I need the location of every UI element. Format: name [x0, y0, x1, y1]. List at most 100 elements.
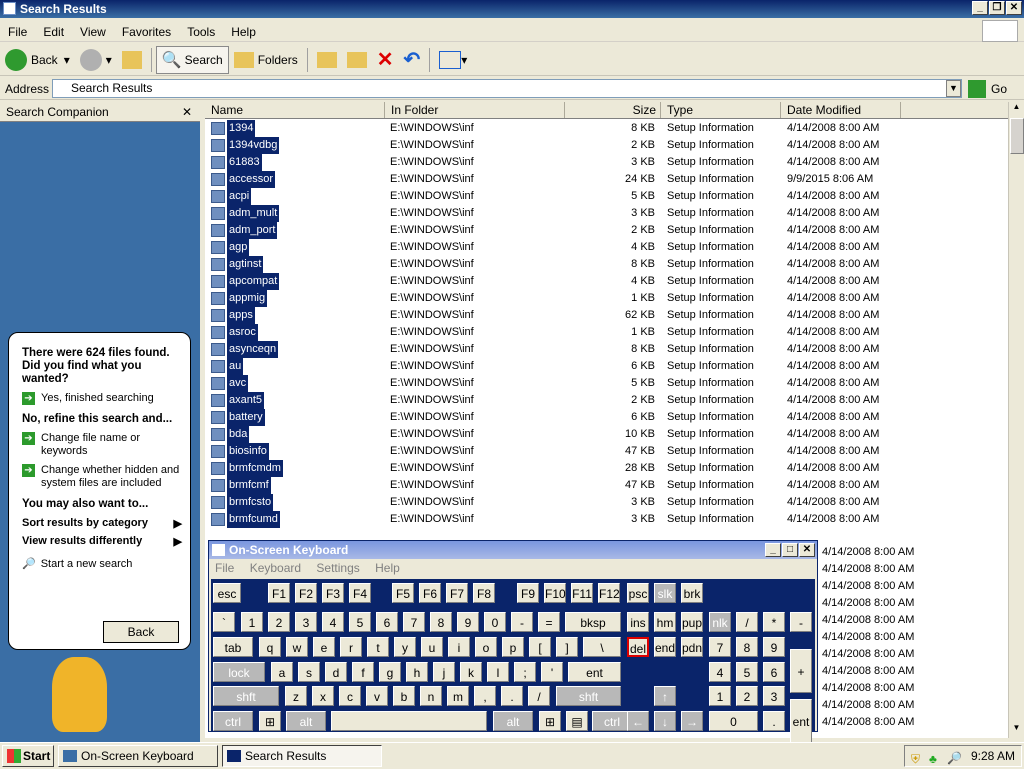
key-9[interactable]: 9 — [763, 637, 785, 657]
file-name[interactable]: adm_port — [227, 222, 278, 239]
key-t[interactable]: t — [367, 637, 389, 657]
address-input[interactable]: Search Results — [52, 79, 962, 98]
key-b[interactable]: b — [393, 686, 415, 706]
osk-menu-settings[interactable]: Settings — [316, 561, 359, 575]
key-F6[interactable]: F6 — [419, 583, 441, 603]
file-name[interactable]: appmig — [227, 290, 268, 307]
key-0[interactable]: 0 — [709, 711, 758, 731]
osk-close-button[interactable]: ✕ — [799, 543, 815, 557]
key-v[interactable]: v — [366, 686, 388, 706]
key-7[interactable]: 7 — [709, 637, 731, 657]
menu-edit[interactable]: Edit — [35, 25, 72, 39]
key-x[interactable]: x — [312, 686, 334, 706]
key-'[interactable]: ' — [541, 662, 563, 682]
key-,[interactable]: , — [474, 686, 496, 706]
file-name[interactable]: apps — [227, 307, 255, 324]
table-row[interactable]: appmig E:\WINDOWS\inf 1 KB Setup Informa… — [205, 290, 1008, 307]
key-⊞[interactable]: ⊞ — [539, 711, 561, 731]
key-alt[interactable]: alt — [286, 711, 326, 731]
menu-tools[interactable]: Tools — [179, 25, 223, 39]
key-F7[interactable]: F7 — [446, 583, 468, 603]
view-results-option[interactable]: View results differently ▶ — [22, 535, 182, 548]
address-dropdown-button[interactable]: ▼ — [946, 80, 961, 97]
key-n[interactable]: n — [420, 686, 442, 706]
key-g[interactable]: g — [379, 662, 401, 682]
file-name[interactable]: brmfcsto — [227, 494, 274, 511]
undo-button[interactable]: ↶ — [398, 46, 425, 74]
key-h[interactable]: h — [406, 662, 428, 682]
scroll-down-button[interactable]: ▼ — [1009, 723, 1024, 738]
scroll-thumb[interactable] — [1010, 118, 1024, 154]
key-j[interactable]: j — [433, 662, 455, 682]
key-bksp[interactable]: bksp — [565, 612, 621, 632]
copy-to-button[interactable] — [342, 46, 372, 74]
table-row[interactable]: accessor E:\WINDOWS\inf 24 KB Setup Info… — [205, 171, 1008, 188]
file-name[interactable]: asynceqn — [227, 341, 279, 358]
key-space[interactable] — [331, 711, 487, 731]
key-/[interactable]: / — [736, 612, 758, 632]
key-F5[interactable]: F5 — [392, 583, 414, 603]
key-shft[interactable]: shft — [213, 686, 279, 706]
key-o[interactable]: o — [475, 637, 497, 657]
key-][interactable]: ] — [556, 637, 578, 657]
key-→[interactable]: → — [681, 711, 703, 731]
key-alt[interactable]: alt — [493, 711, 533, 731]
start-button[interactable]: Start — [2, 745, 54, 767]
key-=[interactable]: = — [538, 612, 560, 632]
key-del[interactable]: del — [627, 637, 649, 657]
menu-view[interactable]: View — [72, 25, 114, 39]
file-name[interactable]: biosinfo — [227, 443, 269, 460]
key-[[interactable]: [ — [529, 637, 551, 657]
table-row[interactable]: asroc E:\WINDOWS\inf 1 KB Setup Informat… — [205, 324, 1008, 341]
sort-results-option[interactable]: Sort results by category ▶ — [22, 517, 182, 530]
file-name[interactable]: acpi — [227, 188, 252, 205]
key-e[interactable]: e — [313, 637, 335, 657]
key-6[interactable]: 6 — [763, 662, 785, 682]
key-slk[interactable]: slk — [654, 583, 676, 603]
osk-maximize-button[interactable]: □ — [782, 543, 798, 557]
key-↑[interactable]: ↑ — [654, 686, 676, 706]
key-0[interactable]: 0 — [484, 612, 506, 632]
key-7[interactable]: 7 — [403, 612, 425, 632]
key-ent[interactable]: ent — [790, 699, 812, 743]
table-row[interactable]: adm_port E:\WINDOWS\inf 2 KB Setup Infor… — [205, 222, 1008, 239]
change-name-option[interactable]: ➔ Change file name or keywords — [22, 432, 182, 458]
key-8[interactable]: 8 — [736, 637, 758, 657]
file-name[interactable]: agp — [227, 239, 250, 256]
table-row[interactable]: acpi E:\WINDOWS\inf 5 KB Setup Informati… — [205, 188, 1008, 205]
key-q[interactable]: q — [259, 637, 281, 657]
yes-finished-option[interactable]: ➔ Yes, finished searching — [22, 392, 182, 405]
vertical-scrollbar[interactable]: ▲ ▼ — [1008, 102, 1024, 738]
file-name[interactable]: accessor — [227, 171, 276, 188]
menu-help[interactable]: Help — [223, 25, 264, 39]
table-row[interactable]: 1394 E:\WINDOWS\inf 8 KB Setup Informati… — [205, 120, 1008, 137]
folders-button[interactable]: Folders — [229, 46, 303, 74]
key-pup[interactable]: pup — [681, 612, 703, 632]
new-search-option[interactable]: 🔎 Start a new search — [22, 558, 182, 571]
key--[interactable]: - — [511, 612, 533, 632]
key-f[interactable]: f — [352, 662, 374, 682]
key-m[interactable]: m — [447, 686, 469, 706]
delete-button[interactable]: ✕ — [372, 46, 399, 74]
key-tab[interactable]: tab — [213, 637, 253, 657]
scroll-up-button[interactable]: ▲ — [1009, 102, 1024, 117]
back-button[interactable]: Back ▾ — [0, 46, 75, 74]
file-name[interactable]: axant5 — [227, 392, 265, 409]
column-size[interactable]: Size — [565, 102, 661, 118]
key-ctrl[interactable]: ctrl — [592, 711, 632, 731]
osk-minimize-button[interactable]: _ — [765, 543, 781, 557]
key--[interactable]: - — [790, 612, 812, 632]
menu-favorites[interactable]: Favorites — [114, 25, 179, 39]
file-name[interactable]: apcompat — [227, 273, 280, 290]
osk-menu-help[interactable]: Help — [375, 561, 400, 575]
change-hidden-option[interactable]: ➔ Change whether hidden and system files … — [22, 464, 182, 490]
close-button[interactable]: ✕ — [1006, 1, 1022, 15]
table-row[interactable]: biosinfo E:\WINDOWS\inf 47 KB Setup Info… — [205, 443, 1008, 460]
file-name[interactable]: adm_mult — [227, 205, 280, 222]
key-↓[interactable]: ↓ — [654, 711, 676, 731]
key-F4[interactable]: F4 — [349, 583, 371, 603]
key-l[interactable]: l — [487, 662, 509, 682]
key-c[interactable]: c — [339, 686, 361, 706]
key-5[interactable]: 5 — [736, 662, 758, 682]
table-row[interactable]: battery E:\WINDOWS\inf 6 KB Setup Inform… — [205, 409, 1008, 426]
